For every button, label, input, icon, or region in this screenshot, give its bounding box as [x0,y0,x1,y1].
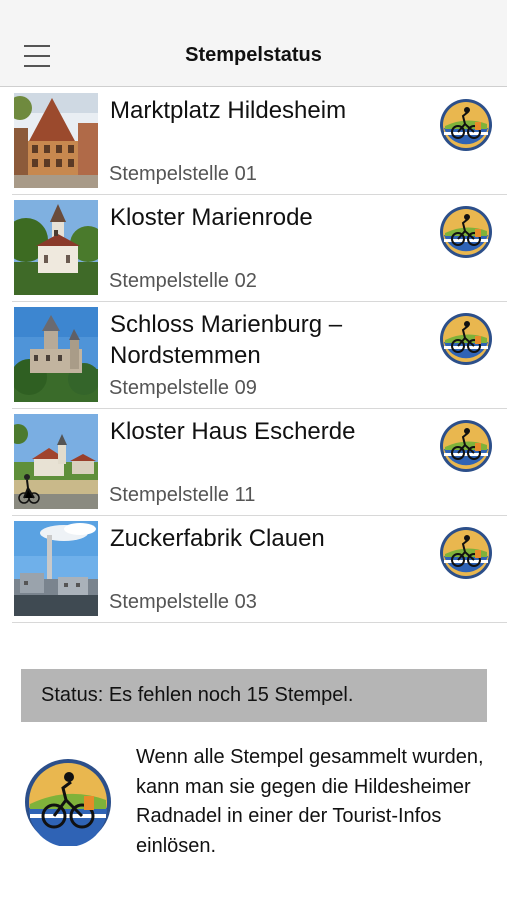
station-number: Stempelstelle 11 [109,484,256,506]
app-screen: Stempelstatus Marktplatz Hildesheim Stem… [0,0,507,900]
stamp-station-list: Marktplatz Hildesheim Stempelstelle 01 K… [0,88,507,623]
station-thumbnail-marktplatz [14,93,98,188]
station-title: Zuckerfabrik Clauen [110,525,325,552]
cyclist-stamp-icon [440,420,492,472]
station-number: Stempelstelle 09 [109,377,257,399]
list-item-station[interactable]: Kloster Marienrode Stempelstelle 02 [12,195,507,302]
cyclist-stamp-icon [440,527,492,579]
list-item-station[interactable]: Schloss Marienburg – Nordstemmen Stempel… [12,302,507,409]
cyclist-stamp-icon [440,313,492,365]
navigation-bar: Stempelstatus [0,0,507,87]
station-title: Schloss Marienburg – Nordstemmen [110,311,343,369]
status-text: Status: Es fehlen noch 15 Stempel. [41,684,354,706]
list-item-station[interactable]: Marktplatz Hildesheim Stempelstelle 01 [12,88,507,195]
station-title: Kloster Marienrode [110,204,313,231]
station-thumbnail-zuckerfabrik [14,521,98,616]
station-title: Kloster Haus Escherde [110,418,356,445]
list-item-station[interactable]: Zuckerfabrik Clauen Stempelstelle 03 [12,516,507,623]
station-title: Marktplatz Hildesheim [110,97,347,124]
page-title: Stempelstatus [185,44,322,66]
station-thumbnail-kloster-escherde [14,414,98,509]
cyclist-stamp-icon [440,206,492,258]
station-number: Stempelstelle 02 [109,270,257,292]
station-number: Stempelstelle 01 [109,163,257,185]
station-thumbnail-kloster-marienrode [14,200,98,295]
status-banner: Status: Es fehlen noch 15 Stempel. [21,669,487,722]
cyclist-stamp-icon [440,99,492,151]
station-number: Stempelstelle 03 [109,591,257,613]
footer-info-text: Wenn alle Stempel gesammelt wurden, kann… [136,746,484,857]
list-item-station[interactable]: Kloster Haus Escherde Stempelstelle 11 [12,409,507,516]
radnadel-badge-icon [25,759,111,846]
station-thumbnail-schloss-marienburg [14,307,98,402]
